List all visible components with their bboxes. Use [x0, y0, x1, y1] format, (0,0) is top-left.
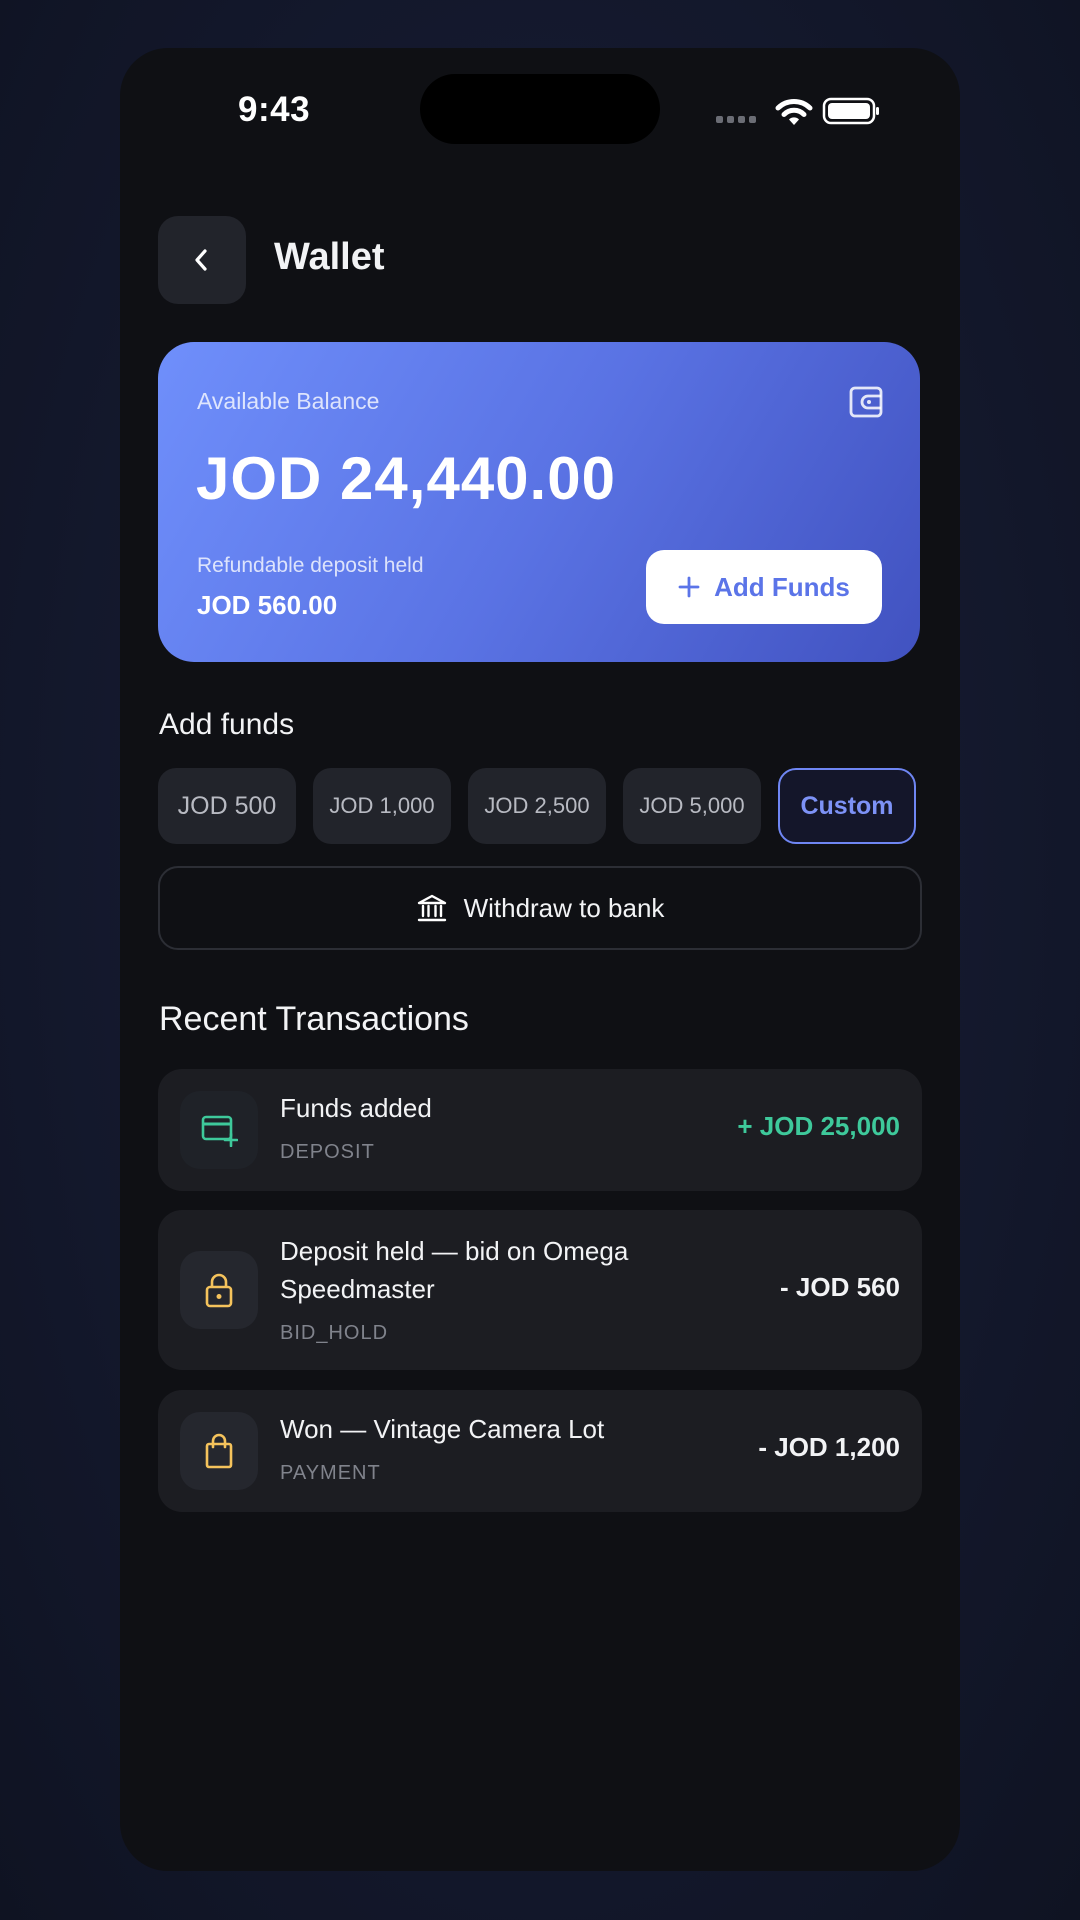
back-button[interactable] — [158, 216, 246, 304]
deposit-amount: JOD 560.00 — [197, 590, 338, 620]
withdraw-button-label: Withdraw to bank — [463, 892, 665, 923]
balance-amount: JOD 24,440.00 — [196, 445, 616, 512]
transaction-item[interactable]: Deposit held — bid on Omega Speedmaster … — [158, 1210, 922, 1370]
transaction-icon — [180, 1251, 258, 1329]
add-funds-button-label: Add Funds — [714, 571, 850, 602]
card-add-icon — [201, 1115, 238, 1147]
transaction-icon — [180, 1412, 258, 1490]
dynamic-island — [420, 74, 660, 144]
wallet-icon — [849, 386, 883, 418]
page-title: Wallet — [274, 236, 385, 278]
transaction-icon — [180, 1091, 258, 1169]
transaction-type: BID_HOLD — [280, 1322, 389, 1344]
signal-icon — [716, 116, 756, 123]
recent-transactions-title: Recent Transactions — [159, 1000, 469, 1038]
withdraw-button[interactable]: Withdraw to bank — [158, 866, 922, 950]
transaction-title: Funds added — [280, 1093, 432, 1123]
transaction-item[interactable]: Funds added DEPOSIT + JOD 25,000 — [158, 1069, 922, 1191]
transaction-item[interactable]: Won — Vintage Camera Lot PAYMENT - JOD 1… — [158, 1390, 922, 1512]
phone-screen: 9:43 Wallet Available Balance JOD 24,440… — [120, 48, 960, 1871]
add-funds-button[interactable]: Add Funds — [646, 550, 882, 624]
transaction-amount: + JOD 25,000 — [737, 1111, 900, 1141]
chevron-left-icon — [195, 249, 207, 271]
transaction-title: Won — Vintage Camera Lot — [280, 1414, 605, 1444]
deposit-label: Refundable deposit held — [197, 554, 424, 577]
amount-chip-500[interactable]: JOD 500 — [158, 768, 296, 844]
transaction-type: PAYMENT — [280, 1462, 381, 1484]
amount-chip-1000[interactable]: JOD 1,000 — [313, 768, 451, 844]
balance-card: Available Balance JOD 24,440.00 Refundab… — [158, 342, 920, 662]
bank-icon — [417, 894, 446, 922]
balance-label: Available Balance — [197, 388, 380, 414]
battery-icon — [822, 97, 879, 125]
amount-chip-custom[interactable]: Custom — [778, 768, 916, 844]
amount-chip-5000[interactable]: JOD 5,000 — [623, 768, 761, 844]
transaction-type: DEPOSIT — [280, 1141, 375, 1163]
plus-icon — [678, 576, 700, 598]
wifi-icon — [775, 99, 813, 125]
add-funds-title: Add funds — [159, 708, 295, 741]
lock-icon — [205, 1273, 233, 1308]
transaction-amount: - JOD 560 — [780, 1272, 900, 1302]
add-funds-options: JOD 500 JOD 1,000 JOD 2,500 JOD 5,000 Cu… — [158, 768, 922, 844]
transaction-title: Deposit held — bid on Omega Speedmaster — [280, 1236, 629, 1304]
status-time: 9:43 — [238, 90, 311, 129]
transaction-amount: - JOD 1,200 — [758, 1432, 900, 1462]
shopping-bag-icon — [205, 1433, 233, 1469]
amount-chip-2500[interactable]: JOD 2,500 — [468, 768, 606, 844]
